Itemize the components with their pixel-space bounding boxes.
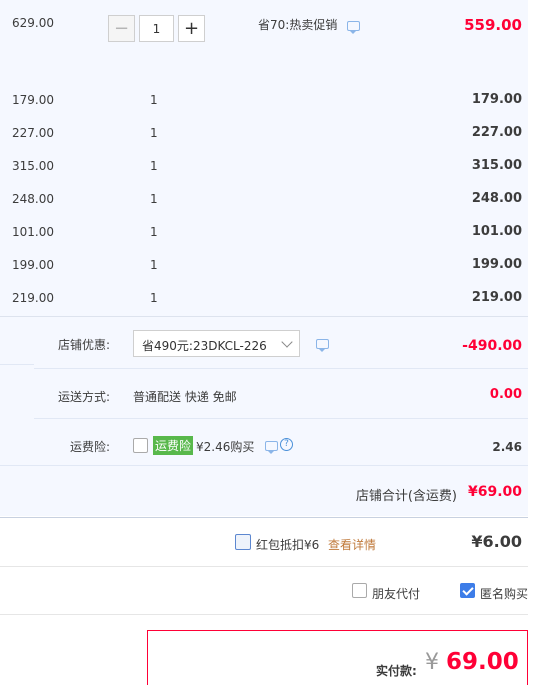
quantity: 1 (150, 291, 158, 305)
hongbao-value: ¥6.00 (471, 532, 522, 551)
store-options: 店铺优惠: 省490元:23DKCL-226 -490.00 运送方式: 普通配… (34, 317, 528, 465)
table-row: 248.00 1 248.00 (0, 183, 528, 216)
message-icon[interactable] (316, 339, 329, 352)
quantity: 1 (150, 159, 158, 173)
unit-price: 315.00 (12, 159, 54, 173)
order-items-panel: 629.00 − 1 + 省70:热卖促销 559.00 179.00 1 17… (0, 0, 528, 316)
friend-pay-label: 朋友代付 (372, 587, 421, 601)
hongbao-label: 红包抵扣¥6 (256, 538, 320, 552)
divider (0, 317, 34, 365)
payment-options-row: 朋友代付 匿名购买 (0, 567, 528, 615)
table-row: 219.00 1 219.00 (0, 282, 528, 315)
subtotal: 179.00 (471, 92, 522, 107)
anonymous-label: 匿名购买 (480, 587, 529, 601)
table-row: 629.00 − 1 + 省70:热卖促销 559.00 (0, 0, 528, 83)
quantity: 1 (150, 225, 158, 239)
shipping-label: 运送方式: (58, 390, 111, 404)
insurance-label: 运费险: (70, 440, 111, 454)
unit-price: 629.00 (12, 16, 54, 30)
unit-price: 227.00 (12, 126, 54, 140)
store-total-label: 店铺合计(含运费) (355, 489, 457, 504)
insurance-badge: 运费险 (153, 436, 194, 455)
coupon-selected-value: 省490元:23DKCL-226 (142, 339, 267, 353)
coupon-select[interactable]: 省490元:23DKCL-226 (133, 330, 300, 357)
table-row: 315.00 1 315.00 (0, 150, 528, 183)
discount-label: 店铺优惠: (58, 338, 111, 352)
unit-price: 101.00 (12, 225, 54, 239)
chevron-down-icon (281, 336, 293, 348)
insurance-value: 2.46 (492, 440, 522, 454)
store-discount-row: 店铺优惠: 省490元:23DKCL-226 -490.00 (34, 317, 528, 369)
unit-price: 179.00 (12, 93, 54, 107)
hongbao-row: 红包抵扣¥6 查看详情 ¥6.00 (0, 517, 528, 567)
subtotal: 559.00 (464, 16, 522, 34)
quantity: 1 (150, 93, 158, 107)
unit-price: 219.00 (12, 291, 54, 305)
subtotal: 199.00 (471, 257, 522, 272)
divider (0, 465, 528, 466)
shipping-value: 0.00 (489, 387, 522, 402)
subtotal: 219.00 (471, 290, 522, 305)
unit-price: 248.00 (12, 192, 54, 206)
store-summary-panel: 店铺优惠: 省490元:23DKCL-226 -490.00 运送方式: 普通配… (0, 316, 528, 516)
discount-value: -490.00 (462, 338, 522, 354)
promo-label: 省70:热卖促销 (258, 18, 338, 32)
unit-price: 199.00 (12, 258, 54, 272)
quantity-stepper[interactable]: − 1 + (108, 15, 205, 42)
shipping-row: 运送方式: 普通配送 快递 免邮 (34, 369, 528, 419)
quantity-input[interactable]: 1 (139, 15, 174, 42)
quantity: 1 (150, 126, 158, 140)
table-row: 227.00 1 227.00 (0, 117, 528, 150)
message-icon[interactable] (265, 441, 278, 454)
currency-symbol: ¥ (425, 650, 439, 675)
decrease-button[interactable]: − (108, 15, 135, 42)
insurance-checkbox[interactable] (133, 438, 148, 453)
increase-button[interactable]: + (178, 15, 205, 42)
subtotal: 248.00 (471, 191, 522, 206)
payment-label: 实付款: (376, 664, 417, 678)
subtotal: 101.00 (471, 224, 522, 239)
subtotal: 227.00 (471, 125, 522, 140)
table-row: 199.00 1 199.00 (0, 249, 528, 282)
insurance-price: ¥2.46购买 (196, 440, 255, 454)
quantity: 1 (150, 258, 158, 272)
message-icon[interactable] (347, 20, 361, 34)
table-row: 179.00 1 179.00 (0, 84, 528, 117)
view-details-link[interactable]: 查看详情 (328, 536, 376, 553)
anonymous-checkbox[interactable] (460, 583, 475, 598)
friend-pay-checkbox[interactable] (352, 583, 367, 598)
help-icon[interactable]: ? (280, 438, 293, 451)
promo-text: 省70:热卖促销 (258, 16, 361, 34)
table-row: 101.00 1 101.00 (0, 216, 528, 249)
store-total-value: ¥69.00 (467, 484, 522, 500)
payment-summary-box: 实付款: ¥ 69.00 (147, 630, 528, 685)
subtotal: 315.00 (471, 158, 522, 173)
payment-value: 69.00 (446, 649, 519, 675)
quantity: 1 (150, 192, 158, 206)
hongbao-checkbox[interactable] (235, 534, 251, 550)
shipping-method: 普通配送 快递 免邮 (133, 390, 237, 404)
